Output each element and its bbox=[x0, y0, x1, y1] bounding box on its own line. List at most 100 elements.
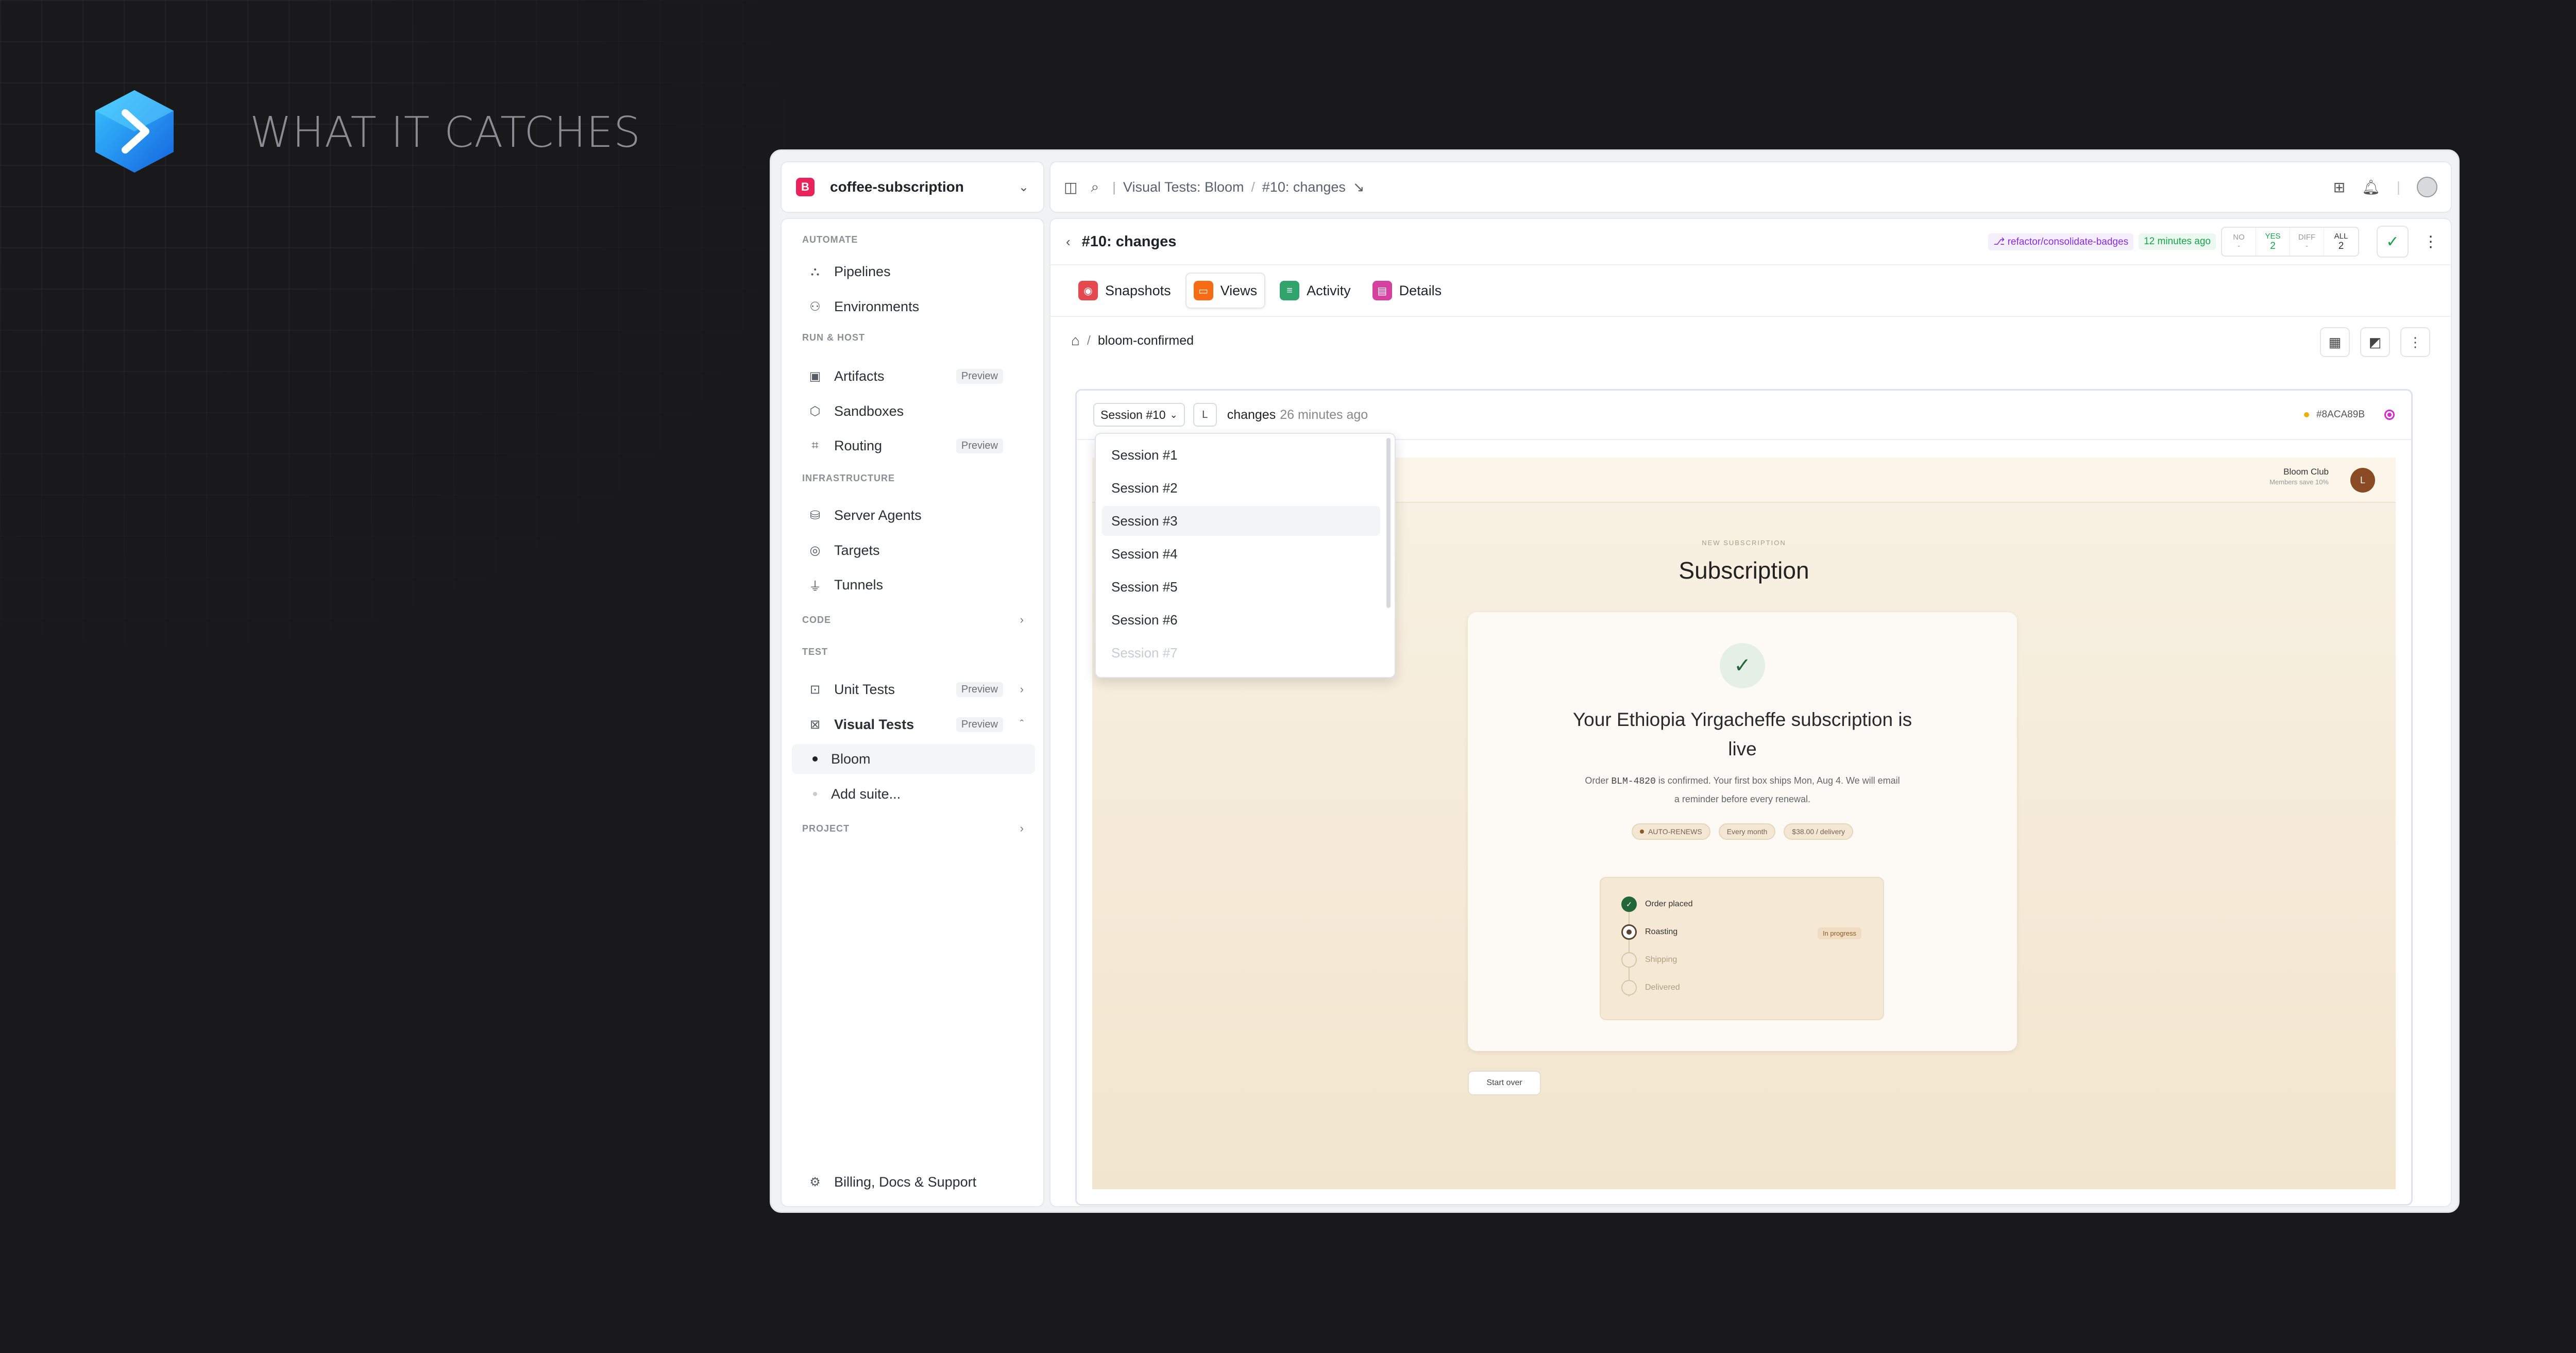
session-option[interactable]: Session #5 bbox=[1102, 572, 1380, 602]
sidebar-item-targets[interactable]: ◎ Targets bbox=[792, 535, 1035, 565]
sidebar-item-routing[interactable]: ⌗ Routing Preview bbox=[792, 431, 1035, 461]
section-code-toggle[interactable]: CODE › bbox=[792, 605, 1035, 635]
project-name: coffee-subscription bbox=[830, 179, 964, 195]
sidebar-toggle-icon[interactable]: ◫ bbox=[1064, 179, 1077, 196]
sidebar-item-label: Pipelines bbox=[834, 263, 891, 279]
time-badge: 12 minutes ago bbox=[2139, 233, 2216, 250]
sidebar-item-pipelines[interactable]: ⛬ Pipelines bbox=[792, 257, 1035, 286]
count-all[interactable]: ALL 2 bbox=[2324, 228, 2358, 256]
check-icon: ✓ bbox=[2386, 233, 2399, 250]
avatar[interactable] bbox=[2417, 177, 2437, 197]
environments-icon: ⚇ bbox=[809, 299, 821, 314]
app-window: B coffee-subscription ⌄ AUTOMATE ⛬ Pipel… bbox=[770, 149, 2460, 1213]
step-shipping: Shipping bbox=[1621, 952, 1677, 968]
sidebar-item-label: Targets bbox=[834, 542, 880, 558]
sidebar-item-label: Environments bbox=[834, 298, 920, 314]
scrollbar[interactable] bbox=[1386, 438, 1391, 608]
session-option[interactable]: Session #2 bbox=[1102, 473, 1380, 503]
more-options-icon[interactable]: ⋮ bbox=[2423, 233, 2438, 251]
sidebar-item-server-agents[interactable]: ⛁ Server Agents bbox=[792, 500, 1035, 530]
size-badge[interactable]: L bbox=[1193, 403, 1217, 427]
status-dot bbox=[2303, 412, 2309, 417]
pill-frequency: Every month bbox=[1718, 823, 1776, 840]
section-automate: AUTOMATE bbox=[802, 234, 858, 245]
back-chevron-icon[interactable]: ‹ bbox=[1066, 234, 1071, 250]
club-name: Bloom Club bbox=[2283, 467, 2329, 477]
breadcrumb-current: bloom-confirmed bbox=[1097, 333, 1194, 348]
tab-views[interactable]: ▭ Views bbox=[1185, 273, 1266, 309]
sidebar-item-visual-tests[interactable]: ⊠ Visual Tests Preview ˆ bbox=[792, 709, 1035, 739]
targets-icon: ◎ bbox=[809, 543, 821, 557]
sidebar-item-label: Add suite... bbox=[831, 786, 901, 802]
count-yes[interactable]: YES 2 bbox=[2256, 228, 2290, 256]
status-badge: In progress bbox=[1817, 927, 1861, 939]
bullet-icon bbox=[812, 756, 818, 762]
add-suite-link[interactable]: Add suite... bbox=[792, 779, 1035, 809]
sidebar-item-label: Visual Tests bbox=[834, 716, 914, 732]
session-option[interactable]: Session #6 bbox=[1102, 605, 1380, 635]
sidebar-item-label: Billing, Docs & Support bbox=[834, 1174, 977, 1190]
search-icon[interactable]: ⌕ bbox=[1091, 179, 1099, 196]
count-no[interactable]: NO - bbox=[2222, 228, 2256, 256]
session-option[interactable]: Session #3 bbox=[1102, 506, 1380, 536]
preview-badge: Preview bbox=[956, 438, 1003, 453]
sandbox-icon: ⬡ bbox=[809, 404, 821, 418]
confirmation-card: ✓ Your Ethiopia Yirgacheffe subscription… bbox=[1468, 612, 2017, 1051]
subscription-pills: AUTO-RENEWS Every month $38.00 / deliver… bbox=[1468, 823, 2017, 840]
pipeline-icon: ⛬ bbox=[810, 264, 820, 278]
headline: Your Ethiopia Yirgacheffe subscription i… bbox=[1572, 709, 1912, 759]
home-icon[interactable]: ⌂ bbox=[1071, 332, 1080, 349]
project-switcher[interactable]: B coffee-subscription ⌄ bbox=[781, 161, 1044, 213]
target-icon[interactable] bbox=[2384, 410, 2395, 420]
progress-dot-icon bbox=[1621, 924, 1637, 940]
routing-icon: ⌗ bbox=[811, 438, 819, 452]
sidebar-item-label: Bloom bbox=[831, 751, 871, 767]
sidebar-item-sandboxes[interactable]: ⬡ Sandboxes bbox=[792, 396, 1035, 426]
brand-logo bbox=[95, 90, 174, 173]
sidebar-item-artifacts[interactable]: ▣ Artifacts Preview bbox=[792, 361, 1035, 391]
review-counts: NO - YES 2 DIFF - ALL 2 bbox=[2221, 227, 2359, 257]
preview-badge: Preview bbox=[956, 682, 1003, 697]
billing-docs-support-link[interactable]: ⚙ Billing, Docs & Support bbox=[792, 1167, 1035, 1197]
calendar-icon[interactable]: ▦ bbox=[2320, 327, 2350, 357]
branch-name: refactor/consolidate-badges bbox=[2007, 236, 2129, 247]
tab-activity[interactable]: ≡ Activity bbox=[1273, 273, 1358, 309]
avatar: L bbox=[2350, 468, 2375, 493]
snapshots-icon: ◉ bbox=[1078, 281, 1098, 300]
pill-price: $38.00 / delivery bbox=[1784, 823, 1854, 840]
chevron-right-icon: › bbox=[1020, 683, 1024, 696]
sidebar-item-tunnels[interactable]: ⏚ Tunnels bbox=[792, 570, 1035, 600]
sidebar-item-label: Server Agents bbox=[834, 507, 922, 523]
tunnels-icon: ⏚ bbox=[809, 579, 821, 594]
session-option[interactable]: Session #7 bbox=[1102, 638, 1380, 668]
bell-icon[interactable]: 🔔︎ bbox=[2362, 179, 2380, 196]
approve-button[interactable]: ✓ bbox=[2377, 226, 2409, 258]
session-select[interactable]: Session #10 ⌄ bbox=[1093, 403, 1185, 427]
add-icon[interactable]: ⊞ bbox=[2333, 179, 2345, 196]
branch-badge[interactable]: ⎇ refactor/consolidate-badges bbox=[1988, 233, 2134, 250]
order-progress: ✓ Order placed Roasting In progress Shipp… bbox=[1600, 877, 1884, 1020]
section-project-toggle[interactable]: PROJECT › bbox=[792, 814, 1035, 843]
tab-details[interactable]: ▤ Details bbox=[1365, 273, 1449, 309]
session-option[interactable]: Session #4 bbox=[1102, 539, 1380, 569]
sidebar-item-environments[interactable]: ⚇ Environments bbox=[792, 292, 1035, 322]
breadcrumb: ⌂ / bloom-confirmed bbox=[1071, 332, 1194, 349]
visual-tests-icon: ⊠ bbox=[809, 717, 821, 732]
sidebar-item-bloom[interactable]: Bloom bbox=[792, 744, 1035, 774]
session-option[interactable]: Session #1 bbox=[1102, 440, 1380, 470]
count-diff[interactable]: DIFF - bbox=[2290, 228, 2324, 256]
view-tools: ▦ ◩ ⋮ bbox=[2320, 327, 2430, 357]
sidebar: AUTOMATE ⛬ Pipelines ⚇ Environments RUN … bbox=[781, 218, 1044, 1207]
more-options-icon[interactable]: ⋮ bbox=[2400, 327, 2430, 357]
sidebar-item-label: Tunnels bbox=[834, 577, 884, 593]
project-badge: B bbox=[796, 178, 815, 196]
section-test: TEST bbox=[802, 647, 828, 657]
tab-snapshots[interactable]: ◉ Snapshots bbox=[1071, 273, 1178, 309]
main-panel: ‹ #10: changes ⎇ refactor/consolidate-ba… bbox=[1049, 218, 2452, 1207]
breadcrumb-run[interactable]: #10: changes bbox=[1262, 179, 1346, 195]
breadcrumb-suite[interactable]: Visual Tests: Bloom bbox=[1123, 179, 1244, 195]
sidebar-item-unit-tests[interactable]: ⊡ Unit Tests Preview › bbox=[792, 674, 1035, 704]
chevron-down-icon: ⌄ bbox=[1170, 409, 1178, 420]
top-bar: ◫ ⌕ | Visual Tests: Bloom / #10: changes… bbox=[1049, 161, 2452, 213]
compare-icon[interactable]: ◩ bbox=[2360, 327, 2390, 357]
